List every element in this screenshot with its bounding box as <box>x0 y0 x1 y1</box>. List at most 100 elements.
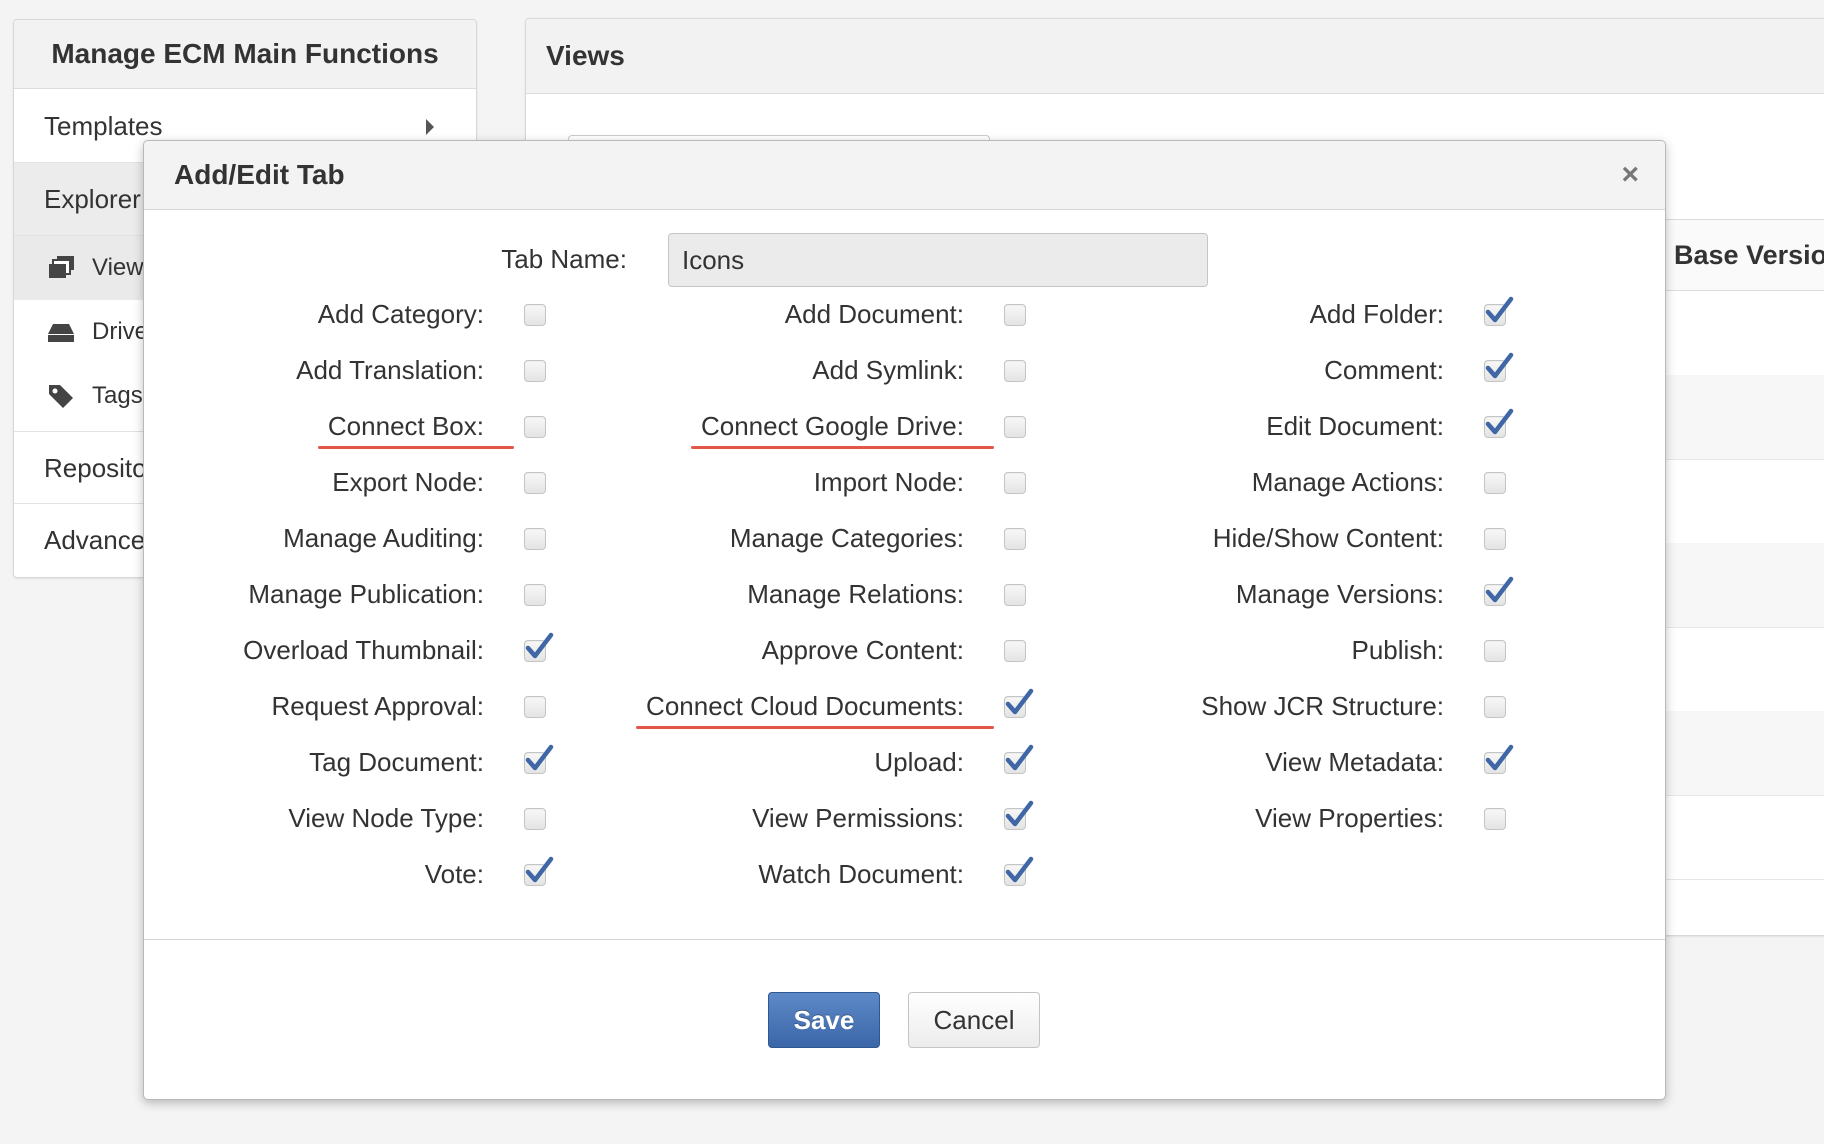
table-row <box>1666 795 1824 880</box>
option-checkbox[interactable] <box>1484 408 1514 438</box>
option-checkbox[interactable] <box>1004 800 1034 830</box>
option-checkbox[interactable] <box>1484 744 1514 774</box>
table-row <box>1666 543 1824 628</box>
option-label: Connect Cloud Documents: <box>646 691 964 721</box>
option-checkbox[interactable] <box>1004 472 1026 494</box>
option-checkbox[interactable] <box>1484 472 1506 494</box>
option-checkbox[interactable] <box>1004 744 1034 774</box>
checkmark-icon <box>1005 856 1034 883</box>
option-label: Add Document: <box>784 299 964 329</box>
views-icon <box>49 256 74 278</box>
checkmark-icon <box>1005 688 1034 715</box>
option-label: Hide/Show Content: <box>1212 523 1444 553</box>
drive-icon <box>48 324 74 342</box>
option-checkbox[interactable] <box>1484 576 1514 606</box>
option-label: Add Translation: <box>296 355 484 385</box>
option-label: View Properties: <box>1255 803 1444 833</box>
option-checkbox[interactable] <box>1004 360 1026 382</box>
highlight-underline <box>636 726 994 729</box>
highlight-underline <box>318 446 514 449</box>
option-label: Request Approval: <box>271 691 484 721</box>
option-label: Import Node: <box>813 467 964 497</box>
option-checkbox[interactable] <box>1484 528 1506 550</box>
option-label: View Node Type: <box>288 803 484 833</box>
checkmark-icon <box>1485 352 1514 379</box>
tab-name-label: Tab Name: <box>501 244 627 274</box>
table-row <box>1666 459 1824 544</box>
tab-name-input[interactable] <box>668 233 1208 287</box>
option-label: Manage Publication: <box>248 579 484 609</box>
option-checkbox[interactable] <box>1004 584 1026 606</box>
footer-divider <box>144 939 1665 940</box>
option-checkbox[interactable] <box>1484 808 1506 830</box>
option-label: View Metadata: <box>1265 747 1444 777</box>
option-checkbox[interactable] <box>1484 352 1514 382</box>
checkmark-icon <box>1005 800 1034 827</box>
add-edit-tab-dialog: Add/Edit Tab × Tab Name: Add Category: Ad… <box>143 140 1666 1100</box>
option-checkbox[interactable] <box>1484 296 1514 326</box>
option-checkbox[interactable] <box>524 528 546 550</box>
option-checkbox[interactable] <box>1004 856 1034 886</box>
option-label: Show JCR Structure: <box>1201 691 1444 721</box>
option-checkbox[interactable] <box>524 856 554 886</box>
dialog-header: Add/Edit Tab × <box>144 141 1665 210</box>
checkmark-icon <box>1005 744 1034 771</box>
option-label: Add Symlink: <box>812 355 964 385</box>
option-checkbox[interactable] <box>524 744 554 774</box>
option-checkbox[interactable] <box>1004 416 1026 438</box>
option-checkbox[interactable] <box>524 808 546 830</box>
column-header-base-version: Base Version <box>1666 219 1824 291</box>
option-label: Publish: <box>1351 635 1445 665</box>
table-row <box>1666 291 1824 376</box>
option-label: Manage Actions: <box>1251 467 1444 497</box>
option-checkbox[interactable] <box>524 360 546 382</box>
submenu-item-label: Tags <box>92 382 143 409</box>
save-button[interactable]: Save <box>768 992 880 1048</box>
cancel-button[interactable]: Cancel <box>908 992 1040 1048</box>
checkmark-icon <box>1485 408 1514 435</box>
option-label: Watch Document: <box>758 859 964 889</box>
menu-item-label: Templates <box>44 111 163 141</box>
close-icon[interactable]: × <box>1621 141 1639 209</box>
option-label: View Permissions: <box>752 803 964 833</box>
checkmark-icon <box>525 744 554 771</box>
option-label: Export Node: <box>332 467 484 497</box>
table-row <box>1666 711 1824 796</box>
option-label: Manage Auditing: <box>283 523 484 553</box>
option-label: Manage Categories: <box>729 523 964 553</box>
tag-icon <box>49 385 73 408</box>
panel-title: Manage ECM Main Functions <box>14 20 476 89</box>
option-checkbox[interactable] <box>524 584 546 606</box>
option-label: Approve Content: <box>761 635 964 665</box>
option-checkbox[interactable] <box>524 472 546 494</box>
option-label: Vote: <box>424 859 484 889</box>
table-row <box>1666 627 1824 712</box>
option-checkbox[interactable] <box>524 416 546 438</box>
option-checkbox[interactable] <box>1484 640 1506 662</box>
option-checkbox[interactable] <box>1004 640 1026 662</box>
option-checkbox[interactable] <box>1004 528 1026 550</box>
caret-right-icon <box>426 119 434 135</box>
option-label: Overload Thumbnail: <box>243 635 484 665</box>
option-label: Connect Box: <box>327 411 484 441</box>
option-checkbox[interactable] <box>524 696 546 718</box>
option-label: Connect Google Drive: <box>700 411 964 441</box>
option-checkbox[interactable] <box>524 632 554 662</box>
option-checkbox[interactable] <box>524 304 546 326</box>
checkmark-icon <box>1485 744 1514 771</box>
dialog-title: Add/Edit Tab <box>174 159 345 190</box>
checkmark-icon <box>525 856 554 883</box>
option-checkbox[interactable] <box>1484 696 1506 718</box>
option-label: Edit Document: <box>1266 411 1444 441</box>
highlight-underline <box>691 446 994 449</box>
option-label: Tag Document: <box>309 747 484 777</box>
option-checkbox[interactable] <box>1004 304 1026 326</box>
option-label: Manage Versions: <box>1235 579 1444 609</box>
menu-item-label: Explorer <box>44 184 141 214</box>
option-label: Add Folder: <box>1309 299 1444 329</box>
checkmark-icon <box>1485 296 1514 323</box>
option-checkbox[interactable] <box>1004 688 1034 718</box>
option-label: Comment: <box>1324 355 1444 385</box>
views-title: Views <box>526 19 1824 94</box>
checkmark-icon <box>1485 576 1514 603</box>
